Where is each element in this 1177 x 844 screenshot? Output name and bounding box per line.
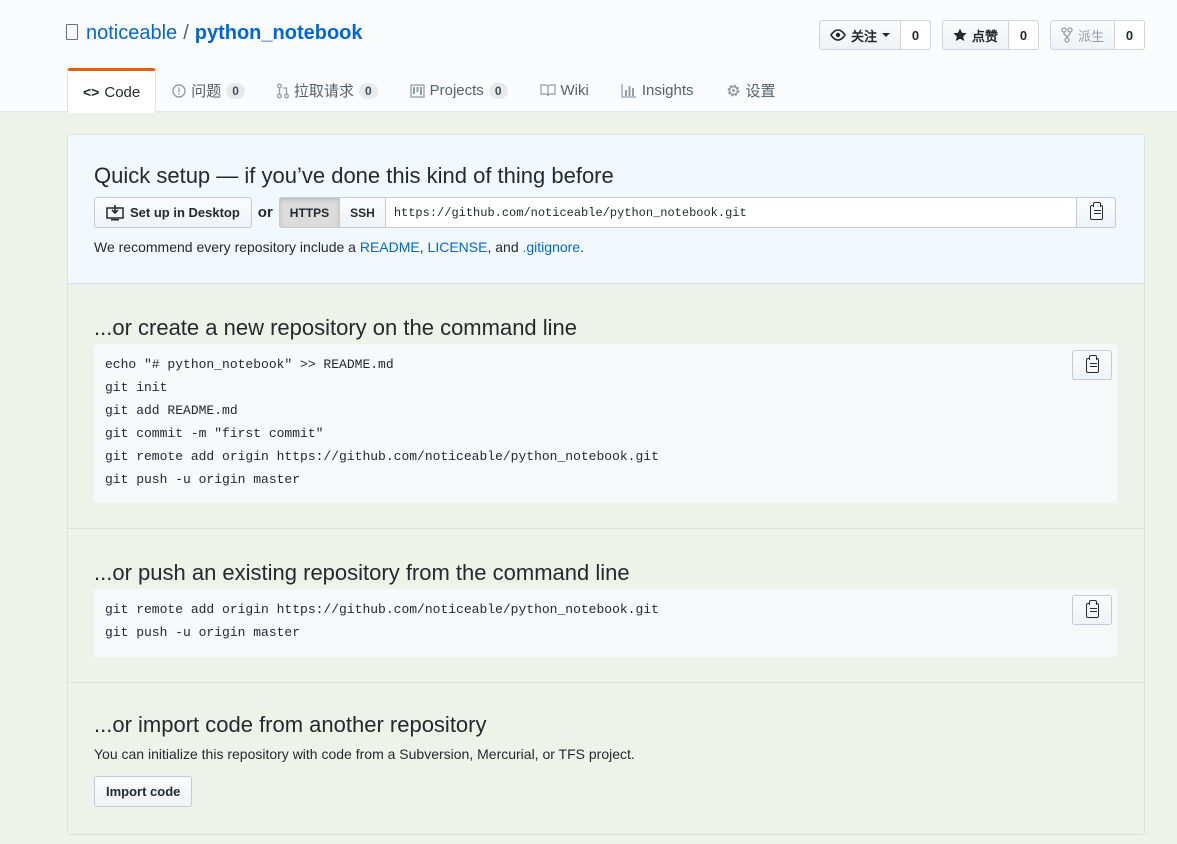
copy-create-commands-button[interactable] <box>1072 350 1112 380</box>
push-existing-code-block: git remote add origin https://github.com… <box>94 589 1117 657</box>
watch-label: 关注 <box>850 28 877 44</box>
tab-projects[interactable]: Projects 0 <box>394 68 524 112</box>
fork-count[interactable]: 0 <box>1115 20 1145 50</box>
tab-settings[interactable]: 设置 <box>710 68 792 112</box>
gitignore-link[interactable]: .gitignore <box>523 239 581 255</box>
repo-nav-tabs: <> Code 问题 0 拉取请求 0 Projects 0 Wiki Insi… <box>67 68 792 113</box>
path-separator: / <box>183 22 189 44</box>
period-text: . <box>580 239 584 255</box>
clipboard-icon <box>1085 354 1099 373</box>
clone-url-input[interactable]: https://github.com/noticeable/python_not… <box>385 197 1077 228</box>
issue-icon <box>172 83 186 98</box>
ssh-toggle[interactable]: SSH <box>340 197 386 228</box>
code-line: git remote add origin https://github.com… <box>105 602 659 617</box>
tab-wiki[interactable]: Wiki <box>524 68 605 112</box>
star-count[interactable]: 0 <box>1008 20 1039 50</box>
repo-actions: 关注 0 点赞 0 派生 0 <box>818 20 1145 50</box>
tab-label: Wiki <box>560 82 589 99</box>
code-line: git add README.md <box>105 403 238 418</box>
fork-label: 派生 <box>1077 28 1104 44</box>
watch-button[interactable]: 关注 <box>818 20 901 50</box>
clipboard-icon <box>1089 202 1103 220</box>
star-button[interactable]: 点赞 <box>941 20 1009 50</box>
fork-action: 派生 0 <box>1049 20 1145 50</box>
quick-setup-section: Quick setup — if you’ve done this kind o… <box>68 135 1144 284</box>
https-toggle[interactable]: HTTPS <box>278 197 341 228</box>
pull-request-counter: 0 <box>358 82 378 99</box>
repo-title: noticeable / python_notebook <box>66 22 363 45</box>
book-icon <box>539 84 556 97</box>
star-icon <box>953 28 967 41</box>
repo-header: noticeable / python_notebook 关注 0 点赞 0 派… <box>0 0 1177 113</box>
import-section: ...or import code from another repositor… <box>68 684 1144 834</box>
recommend-text: We recommend every repository include a … <box>94 239 584 255</box>
watch-count[interactable]: 0 <box>900 20 931 50</box>
tab-insights[interactable]: Insights <box>605 68 710 112</box>
clipboard-icon <box>1085 599 1099 618</box>
push-existing-section: ...or push an existing repository from t… <box>68 530 1144 683</box>
setup-desktop-label: Set up in Desktop <box>130 205 240 220</box>
repo-owner-link[interactable]: noticeable <box>86 22 177 45</box>
push-existing-title: ...or push an existing repository from t… <box>94 560 630 585</box>
project-counter: 0 <box>488 82 508 99</box>
eye-icon <box>830 29 846 41</box>
tab-code[interactable]: <> Code <box>67 68 157 113</box>
empty-repo-setup-box: Quick setup — if you’ve done this kind o… <box>67 134 1145 835</box>
code-line: git commit -m "first commit" <box>105 426 324 441</box>
watch-action: 关注 0 <box>818 20 931 50</box>
code-line: git init <box>105 380 168 395</box>
tab-label: Insights <box>641 82 694 99</box>
comma-text: , <box>419 239 428 255</box>
code-icon: <> <box>83 84 100 100</box>
repo-icon <box>66 23 78 40</box>
create-new-code-block: echo "# python_notebook" >> README.md gi… <box>94 344 1117 503</box>
gear-icon <box>727 84 739 97</box>
import-code-button[interactable]: Import code <box>94 776 193 807</box>
code-line: echo "# python_notebook" >> README.md <box>105 357 394 372</box>
create-new-section: ...or create a new repository on the com… <box>68 285 1144 529</box>
star-action: 点赞 0 <box>941 20 1039 50</box>
repo-name-link[interactable]: python_notebook <box>195 22 363 45</box>
code-line: git remote add origin https://github.com… <box>105 449 659 464</box>
or-text: or <box>257 204 273 221</box>
quick-setup-title: Quick setup — if you’ve done this kind o… <box>94 163 614 188</box>
fork-icon <box>1061 27 1073 43</box>
setup-desktop-button[interactable]: Set up in Desktop <box>94 197 252 228</box>
project-icon <box>409 83 425 98</box>
tab-pull-requests[interactable]: 拉取请求 0 <box>261 68 394 112</box>
tab-label: Projects <box>429 82 484 99</box>
issue-counter: 0 <box>226 82 245 99</box>
code-line: git push -u origin master <box>105 472 301 487</box>
tab-label: Code <box>104 83 141 101</box>
star-label: 点赞 <box>971 28 998 44</box>
recommend-prefix: We recommend every repository include a <box>94 239 360 255</box>
import-description: You can initialize this repository with … <box>94 746 635 762</box>
readme-link[interactable]: README <box>360 239 420 255</box>
tab-label: 拉取请求 <box>293 83 354 100</box>
code-line: git push -u origin master <box>105 625 301 640</box>
tab-label: 问题 <box>191 83 222 100</box>
copy-url-button[interactable] <box>1077 197 1116 228</box>
create-new-title: ...or create a new repository on the com… <box>94 315 578 340</box>
tab-issues[interactable]: 问题 0 <box>156 68 261 112</box>
clone-url-row: Set up in Desktop or HTTPS SSH https://g… <box>94 197 1116 228</box>
import-title: ...or import code from another repositor… <box>94 712 487 737</box>
desktop-download-icon <box>106 204 124 220</box>
fork-button[interactable]: 派生 <box>1049 20 1115 50</box>
chevron-down-icon <box>881 33 890 37</box>
copy-push-commands-button[interactable] <box>1072 595 1112 625</box>
pull-request-icon <box>276 83 289 98</box>
license-link[interactable]: LICENSE <box>428 239 488 255</box>
tab-label: 设置 <box>745 83 776 100</box>
and-text: , and <box>487 239 523 255</box>
graph-icon <box>621 84 636 98</box>
